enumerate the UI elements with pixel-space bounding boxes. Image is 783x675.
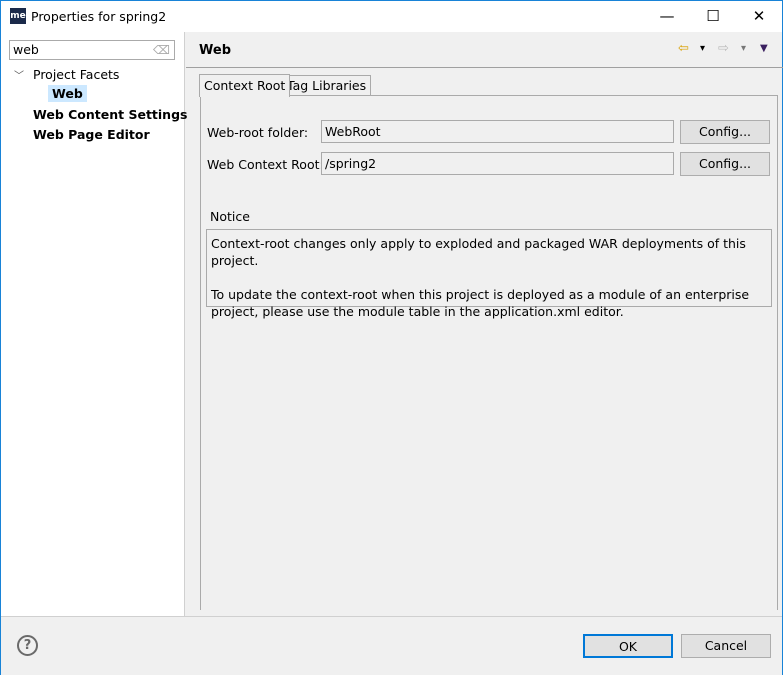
context-root-field[interactable]: /spring2 [321,152,674,175]
view-menu-icon[interactable]: ▼ [760,43,768,54]
title-bar: me Properties for spring2 — ☐ ✕ [1,1,782,32]
tree-item-web-page-editor[interactable]: Web Page Editor [33,127,150,142]
tab-context-root[interactable]: Context Root [199,74,291,97]
notice-box: Context-root changes only apply to explo… [206,229,772,319]
maximize-button[interactable]: ☐ [690,1,736,32]
app-icon: me [10,8,26,24]
page-area: Web ⇦ ▾ ⇨ ▾ ▼ Context Root Tag Libraries… [186,32,783,616]
notice-title: Notice [210,209,250,224]
context-root-config-button[interactable]: Config... [680,152,770,176]
page-title: Web [199,43,231,58]
notice-line-2: To update the context-root when this pro… [211,287,750,319]
close-button[interactable]: ✕ [736,1,782,32]
web-root-label: Web-root folder: [207,125,309,140]
minimize-button[interactable]: — [644,1,690,32]
forward-arrow-icon[interactable]: ⇨ [718,41,729,56]
properties-dialog: me Properties for spring2 — ☐ ✕ web ⌫ ﹀ P… [0,0,783,675]
button-bar: ? OK Cancel [1,616,782,675]
help-icon[interactable]: ? [17,635,38,656]
filter-value: web [13,42,39,57]
header-divider [186,67,783,68]
notice-line-1: Context-root changes only apply to explo… [211,236,746,268]
context-root-panel: Web-root folder: WebRoot Config... Web C… [200,95,778,610]
sidebar: web ⌫ ﹀ Project Facets Web Web Content Se… [1,32,187,616]
back-dropdown-icon[interactable]: ▾ [700,43,705,54]
window-title: Properties for spring2 [31,9,167,24]
tree-item-project-facets[interactable]: Project Facets [33,67,119,82]
chevron-down-icon[interactable]: ﹀ [14,67,24,82]
web-root-field[interactable]: WebRoot [321,120,674,143]
clear-filter-icon[interactable]: ⌫ [153,43,170,57]
context-root-label: Web Context Root: [207,157,324,172]
cancel-button[interactable]: Cancel [681,634,771,658]
tree-item-web-content-settings[interactable]: Web Content Settings [33,107,187,122]
forward-dropdown-icon[interactable]: ▾ [741,43,746,54]
tab-tag-libraries[interactable]: Tag Libraries [282,75,372,95]
web-root-config-button[interactable]: Config... [680,120,770,144]
ok-button[interactable]: OK [583,634,673,658]
back-arrow-icon[interactable]: ⇦ [678,41,689,56]
filter-input[interactable]: web ⌫ [9,40,175,60]
tree-item-web[interactable]: Web [48,85,87,102]
